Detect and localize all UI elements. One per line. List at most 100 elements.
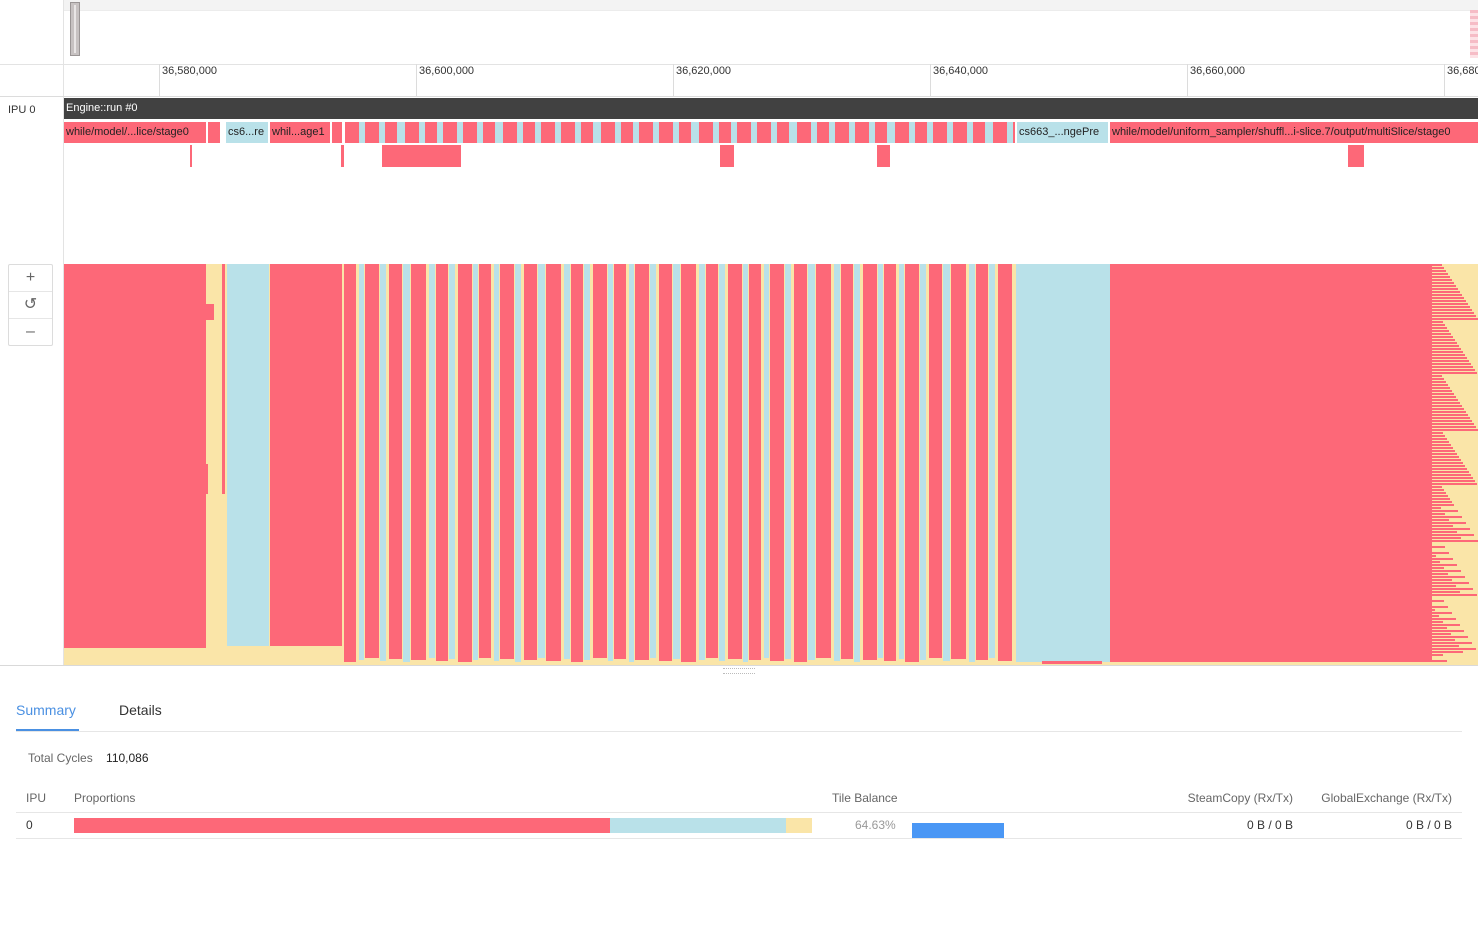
program-step-block[interactable] — [345, 122, 359, 143]
tile-activity-cell — [365, 264, 379, 658]
program-step-block[interactable]: cs663_...ngePre — [1017, 122, 1108, 143]
program-step-block[interactable] — [332, 122, 342, 143]
tile-activity-cell — [458, 264, 472, 662]
tile-activity-cell — [494, 264, 499, 661]
tile-activity-cell — [951, 264, 966, 659]
program-step-block[interactable] — [601, 122, 615, 143]
program-step-block[interactable] — [621, 122, 633, 143]
program-step-block[interactable] — [443, 122, 457, 143]
tab-details[interactable]: Details — [119, 702, 162, 718]
overview-window-handle[interactable] — [70, 2, 80, 56]
program-step-block[interactable] — [483, 122, 495, 143]
total-cycles-value: 110,086 — [106, 751, 149, 765]
program-step-block[interactable] — [835, 122, 849, 143]
tile-activity-cell — [764, 264, 769, 658]
program-step-block[interactable] — [1013, 122, 1015, 143]
program-step-block[interactable]: while/model/...lice/stage0 — [64, 122, 206, 143]
reset-zoom-button[interactable]: ↺ — [9, 292, 52, 319]
program-step-block[interactable] — [915, 122, 927, 143]
program-step-block[interactable]: while/model/uniform_sampler/shuffl...i-s… — [1110, 122, 1478, 143]
overview-track[interactable] — [64, 0, 1478, 64]
tile-activity-heatmap[interactable] — [64, 264, 1478, 665]
zoom-in-button[interactable]: + — [9, 265, 52, 292]
program-step-block[interactable] — [699, 122, 713, 143]
execution-trace[interactable]: IPU 0 + ↺ – Engine::run #0 while/model/.… — [0, 97, 1478, 665]
program-step-block[interactable] — [463, 122, 477, 143]
sub-step-block[interactable] — [382, 145, 461, 167]
sub-step-block[interactable] — [190, 145, 192, 167]
tile-activity-cell — [1432, 387, 1450, 389]
program-step-block[interactable] — [855, 122, 869, 143]
tile-activity-cell — [380, 264, 386, 661]
program-step-block[interactable] — [365, 122, 379, 143]
ruler-tick: 36,620,000 — [673, 64, 731, 96]
tile-activity-cell — [1432, 321, 1443, 323]
tile-activity-cell — [593, 264, 607, 658]
timeline-overview[interactable] — [0, 0, 1478, 65]
zoom-out-button[interactable]: – — [9, 319, 52, 345]
tile-activity-cell — [344, 264, 356, 662]
program-step-block[interactable] — [973, 122, 985, 143]
tile-activity-cell — [500, 264, 514, 659]
program-step-block[interactable] — [593, 122, 601, 143]
tile-activity-cell — [1432, 459, 1461, 461]
program-step-block[interactable] — [993, 122, 1007, 143]
program-step-block[interactable] — [887, 122, 895, 143]
program-step-block[interactable] — [385, 122, 397, 143]
tile-activity-cell — [1432, 531, 1457, 533]
program-step-block[interactable] — [985, 122, 993, 143]
program-step-block[interactable] — [933, 122, 947, 143]
table-header: IPU Proportions Tile Balance SteamCopy (… — [16, 786, 1462, 813]
sub-step-block[interactable] — [1348, 145, 1364, 167]
program-step-block[interactable] — [875, 122, 887, 143]
program-step-block[interactable] — [757, 122, 771, 143]
tab-summary[interactable]: Summary — [16, 702, 76, 718]
program-step-block[interactable] — [719, 122, 731, 143]
program-step-block[interactable] — [679, 122, 691, 143]
sub-step-block[interactable] — [877, 145, 890, 167]
table-row[interactable]: 0 64.63% 0 B / 0 B 0 B / 0 B — [16, 813, 1462, 839]
resize-grip[interactable] — [723, 668, 755, 674]
program-step-block[interactable] — [425, 122, 437, 143]
tile-activity-cell — [1432, 468, 1467, 470]
program-step-block[interactable] — [541, 122, 555, 143]
program-step-block[interactable] — [659, 122, 673, 143]
program-step-block[interactable] — [208, 122, 220, 143]
tile-activity-cell — [436, 264, 448, 661]
tile-activity-cell — [270, 264, 342, 646]
program-step-block[interactable] — [523, 122, 535, 143]
program-step-block[interactable] — [691, 122, 699, 143]
tile-activity-cell — [1432, 306, 1470, 308]
ipu-track-label: IPU 0 — [8, 104, 36, 116]
program-step-block[interactable] — [495, 122, 503, 143]
program-step-block[interactable] — [503, 122, 517, 143]
tile-activity-cell — [1432, 393, 1454, 395]
program-step-block[interactable] — [405, 122, 419, 143]
proportion-sync — [609, 818, 787, 833]
program-step-block[interactable] — [737, 122, 751, 143]
engine-run-block[interactable]: Engine::run #0 — [64, 98, 1478, 119]
tile-activity-cell — [1432, 279, 1452, 281]
sub-step-block[interactable] — [720, 145, 734, 167]
tile-activity-cell — [1432, 303, 1468, 305]
tile-activity-cell — [1432, 492, 1446, 494]
program-step-block[interactable]: whil...age1 — [270, 122, 330, 143]
program-step-block[interactable] — [953, 122, 967, 143]
program-step-block[interactable] — [581, 122, 593, 143]
program-step-block[interactable] — [817, 122, 829, 143]
sub-step-block[interactable] — [341, 145, 344, 167]
program-step-block[interactable] — [797, 122, 811, 143]
tile-activity-cell — [1432, 354, 1465, 356]
program-step-block[interactable] — [639, 122, 653, 143]
tile-activity-cell — [473, 264, 478, 660]
program-step-block[interactable] — [777, 122, 789, 143]
tile-activity-cell — [1432, 474, 1471, 476]
program-step-block[interactable] — [561, 122, 575, 143]
tile-activity-cell — [1432, 411, 1466, 413]
program-step-cluster[interactable] — [345, 122, 1015, 143]
program-step-block[interactable] — [397, 122, 405, 143]
cell-globalexchange: 0 B / 0 B — [1405, 818, 1452, 832]
program-step-block[interactable] — [895, 122, 909, 143]
program-step-block[interactable]: cs6...re — [226, 122, 268, 143]
program-step-block[interactable] — [789, 122, 797, 143]
